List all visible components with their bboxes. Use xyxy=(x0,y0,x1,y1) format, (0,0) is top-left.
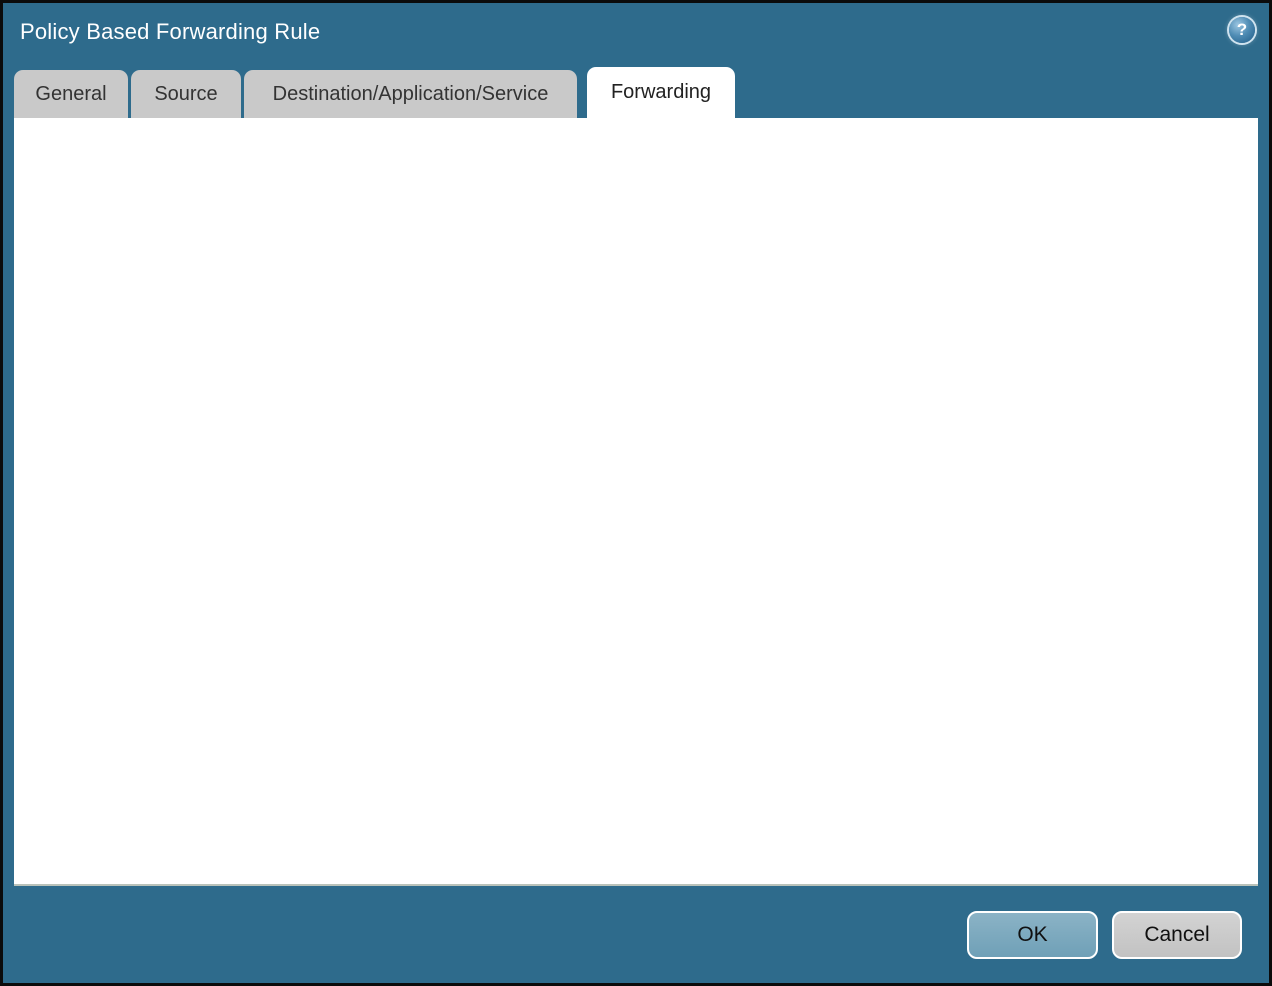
tab-forwarding[interactable]: Forwarding xyxy=(587,67,735,118)
cancel-button[interactable]: Cancel xyxy=(1112,911,1242,959)
dialog-title: Policy Based Forwarding Rule xyxy=(20,19,320,45)
tab-dest-label: Destination/Application/Service xyxy=(273,83,549,106)
help-button[interactable]: ? xyxy=(1227,15,1257,45)
policy-based-forwarding-dialog: Policy Based Forwarding Rule ? General S… xyxy=(0,0,1272,986)
forwarding-tab-panel xyxy=(14,118,1258,886)
help-icon: ? xyxy=(1229,17,1255,43)
tab-source[interactable]: Source xyxy=(131,70,241,118)
tab-source-label: Source xyxy=(154,83,217,106)
tab-forwarding-label: Forwarding xyxy=(611,81,711,104)
tab-destination-application-service[interactable]: Destination/Application/Service xyxy=(244,70,577,118)
ok-button-label: OK xyxy=(1017,923,1047,947)
cancel-button-label: Cancel xyxy=(1144,923,1209,947)
tab-general-label: General xyxy=(35,83,106,106)
ok-button[interactable]: OK xyxy=(967,911,1098,959)
tab-general[interactable]: General xyxy=(14,70,128,118)
